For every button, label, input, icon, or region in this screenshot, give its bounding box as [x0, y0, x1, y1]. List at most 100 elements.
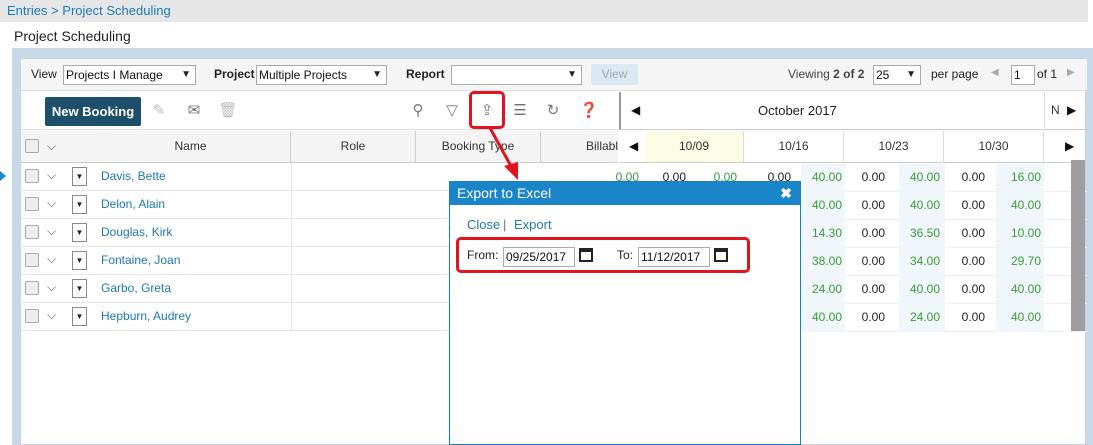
- resource-name[interactable]: Davis, Bette: [101, 169, 166, 183]
- page-input[interactable]: 1: [1011, 65, 1035, 85]
- row-menu-button[interactable]: ▼: [72, 167, 87, 186]
- hours-value: 0.00: [861, 310, 885, 324]
- close-icon[interactable]: ✖: [780, 182, 792, 205]
- page-title: Project Scheduling: [14, 28, 131, 44]
- resource-name[interactable]: Delon, Alain: [101, 197, 165, 211]
- next-week-icon[interactable]: ▶: [1065, 139, 1074, 153]
- hours-value: 0.00: [961, 282, 985, 296]
- gantt-icon[interactable]: ☰: [510, 101, 530, 121]
- view-bar: View Projects I Manage ▼ Project Multiple…: [21, 59, 1087, 91]
- report-select[interactable]: ▼: [451, 65, 582, 85]
- column-name[interactable]: Name: [91, 131, 291, 162]
- row-checkbox[interactable]: [25, 281, 39, 295]
- divider: [291, 219, 292, 247]
- row-menu-button[interactable]: ▼: [72, 307, 87, 326]
- next-page-icon[interactable]: ▶: [1067, 67, 1075, 78]
- dialog-title: Export to Excel: [457, 185, 552, 201]
- row-pointer-marker: [0, 171, 6, 181]
- chevron-down-icon[interactable]: ⌵: [47, 252, 56, 267]
- column-billable[interactable]: Billabl: [541, 131, 618, 162]
- view-select-value: Projects I Manage: [66, 68, 163, 82]
- divider: [1044, 92, 1045, 130]
- dialog-title-bar: Export to Excel ✖: [450, 182, 800, 205]
- next-month-icon[interactable]: ▶: [1067, 103, 1076, 117]
- project-label: Project: [214, 67, 255, 81]
- hours-value: 0.00: [961, 310, 985, 324]
- edit-pencil-icon[interactable]: ✎: [149, 101, 169, 121]
- project-select[interactable]: Multiple Projects ▼: [256, 65, 387, 85]
- of-pages-label: of 1: [1037, 67, 1058, 81]
- chevron-down-icon[interactable]: ⌵: [47, 168, 56, 183]
- hours-value: 0.00: [861, 170, 885, 184]
- chevron-down-icon: ▼: [906, 69, 916, 80]
- divider: [291, 191, 292, 219]
- project-select-value: Multiple Projects: [259, 68, 348, 82]
- filter-icon[interactable]: ▽: [442, 101, 462, 121]
- row-menu-button[interactable]: ▼: [72, 251, 87, 270]
- view-button[interactable]: View: [591, 64, 638, 85]
- new-booking-button[interactable]: New Booking: [45, 97, 141, 126]
- grid-toolbar: New Booking ✎ ✉ 🗑 ⚲ ▽ ⇪ ☰ ↻ ❓: [21, 92, 618, 130]
- hours-value: 24.00: [811, 282, 842, 296]
- resource-name[interactable]: Douglas, Kirk: [101, 225, 172, 239]
- export-highlight: [469, 91, 505, 129]
- hours-value: 40.00: [811, 310, 842, 324]
- chevron-down-icon[interactable]: ⌵: [47, 280, 56, 295]
- hours-value: 0.00: [861, 198, 885, 212]
- trash-icon[interactable]: 🗑: [218, 101, 238, 121]
- link-separator: |: [503, 217, 507, 232]
- row-menu-button[interactable]: ▼: [72, 223, 87, 242]
- per-page-select[interactable]: 25 ▼: [873, 65, 921, 85]
- row-checkbox[interactable]: [25, 309, 39, 323]
- chevron-down-icon[interactable]: ⌵: [47, 308, 56, 323]
- chevron-down-icon: ▼: [181, 69, 191, 80]
- row-checkbox[interactable]: [25, 225, 39, 239]
- column-role[interactable]: Role: [291, 131, 416, 162]
- report-label: Report: [406, 67, 445, 81]
- breadcrumb[interactable]: Entries > Project Scheduling: [7, 3, 171, 18]
- resource-name[interactable]: Hepburn, Audrey: [101, 309, 191, 323]
- hours-value: 10.00: [1010, 226, 1041, 240]
- prev-page-icon[interactable]: ◀: [991, 67, 999, 78]
- resource-name[interactable]: Fontaine, Joan: [101, 253, 180, 267]
- prev-month-icon[interactable]: ◀: [631, 103, 640, 117]
- chevron-down-icon[interactable]: ⌵: [47, 196, 56, 211]
- hours-value: 40.00: [1010, 198, 1041, 212]
- hours-value: 0.00: [961, 198, 985, 212]
- row-menu-button[interactable]: ▼: [72, 195, 87, 214]
- week-header: ◀ 10/09 10/16 10/23 10/30 ▶: [619, 131, 1087, 163]
- hours-value: 0.00: [861, 226, 885, 240]
- viewing-text: Viewing 2 of 2: [788, 67, 864, 81]
- chevron-down-icon[interactable]: ⌵: [47, 224, 56, 239]
- week-col: 10/16: [744, 131, 844, 162]
- close-link[interactable]: Close: [467, 217, 500, 232]
- view-label: View: [31, 67, 57, 81]
- vertical-scrollbar[interactable]: [1071, 160, 1085, 331]
- hours-value: 40.00: [1010, 282, 1041, 296]
- chevron-down-icon: ▼: [567, 69, 577, 80]
- refresh-icon[interactable]: ↻: [543, 101, 563, 121]
- hours-value: 40.00: [909, 282, 940, 296]
- hours-value: 0.00: [961, 226, 985, 240]
- resource-name[interactable]: Garbo, Greta: [101, 281, 171, 295]
- row-checkbox[interactable]: [25, 197, 39, 211]
- chevron-down-icon[interactable]: ⌵: [47, 139, 56, 154]
- export-link[interactable]: Export: [514, 217, 552, 232]
- view-select[interactable]: Projects I Manage ▼: [63, 65, 196, 85]
- row-checkbox[interactable]: [25, 253, 39, 267]
- mail-icon[interactable]: ✉: [184, 101, 204, 121]
- prev-week-icon[interactable]: ◀: [629, 139, 638, 153]
- row-checkbox[interactable]: [25, 169, 39, 183]
- hours-value: 38.00: [811, 254, 842, 268]
- help-icon[interactable]: ❓: [579, 101, 599, 121]
- search-icon[interactable]: ⚲: [408, 101, 428, 121]
- row-menu-button[interactable]: ▼: [72, 279, 87, 298]
- next-month-label: N: [1051, 103, 1060, 117]
- hours-value: 36.50: [909, 226, 940, 240]
- per-page-value: 25: [876, 68, 890, 82]
- hours-value: 29.70: [1010, 254, 1041, 268]
- hours-value: 16.00: [1010, 170, 1041, 184]
- hours-value: 0.00: [861, 254, 885, 268]
- top-bar: Entries > Project Scheduling: [0, 0, 1088, 22]
- select-all-checkbox[interactable]: [25, 139, 39, 153]
